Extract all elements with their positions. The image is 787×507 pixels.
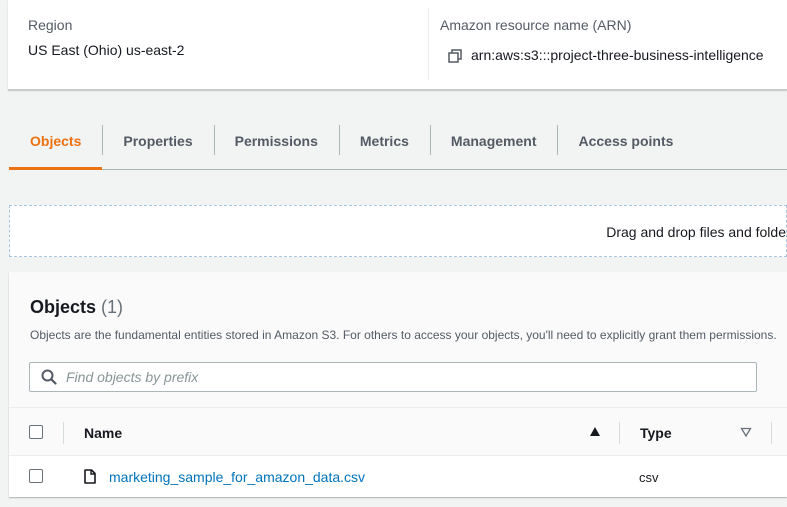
object-type: csv — [639, 470, 659, 485]
sort-descending-icon[interactable] — [740, 426, 752, 438]
tab-management[interactable]: Management — [429, 112, 558, 169]
object-name-link[interactable]: marketing_sample_for_amazon_data.csv — [109, 469, 365, 485]
objects-heading: Objects (1) — [30, 297, 123, 318]
column-header-name[interactable]: Name — [84, 425, 122, 441]
column-separator — [63, 422, 64, 444]
arn-row: arn:aws:s3:::project-three-business-inte… — [448, 47, 764, 64]
column-separator — [619, 422, 620, 444]
column-divider — [428, 8, 429, 80]
arn-section: Amazon resource name (ARN) arn:aws:s3:::… — [440, 17, 764, 64]
bucket-details-card: Region US East (Ohio) us-east-2 Amazon r… — [8, 0, 787, 90]
table-row[interactable]: marketing_sample_for_amazon_data.csv csv — [9, 456, 787, 496]
objects-count: (1) — [101, 297, 124, 317]
table-header: Name Type — [9, 408, 787, 456]
column-header-type[interactable]: Type — [640, 425, 672, 441]
region-section: Region US East (Ohio) us-east-2 — [28, 17, 184, 59]
tab-objects[interactable]: Objects — [9, 112, 103, 170]
objects-title: Objects — [30, 297, 97, 317]
tab-access-points[interactable]: Access points — [557, 112, 694, 169]
bucket-tabs: Objects Properties Permissions Metrics M… — [9, 112, 787, 170]
region-label: Region — [28, 17, 73, 33]
region-value: US East (Ohio) us-east-2 — [28, 42, 185, 58]
select-all-checkbox[interactable] — [29, 425, 43, 439]
search-icon — [41, 369, 57, 385]
objects-description: Objects are the fundamental entities sto… — [30, 328, 777, 342]
file-icon — [84, 469, 96, 484]
row-checkbox[interactable] — [29, 469, 43, 483]
objects-panel: Objects (1) Objects are the fundamental … — [9, 272, 787, 497]
dropzone-text: Drag and drop files and folde — [606, 224, 786, 240]
tab-permissions[interactable]: Permissions — [213, 112, 339, 169]
arn-value: arn:aws:s3:::project-three-business-inte… — [471, 47, 764, 63]
column-separator — [771, 422, 772, 444]
search-box[interactable] — [29, 362, 757, 392]
objects-header: Objects (1) Objects are the fundamental … — [9, 272, 787, 408]
file-dropzone[interactable]: Drag and drop files and folde — [9, 205, 787, 257]
arn-label: Amazon resource name (ARN) — [440, 17, 632, 33]
tab-metrics[interactable]: Metrics — [338, 112, 430, 169]
tab-properties[interactable]: Properties — [102, 112, 213, 169]
sort-ascending-icon[interactable] — [589, 426, 601, 438]
copy-icon[interactable] — [448, 48, 462, 63]
search-input[interactable] — [66, 369, 716, 385]
